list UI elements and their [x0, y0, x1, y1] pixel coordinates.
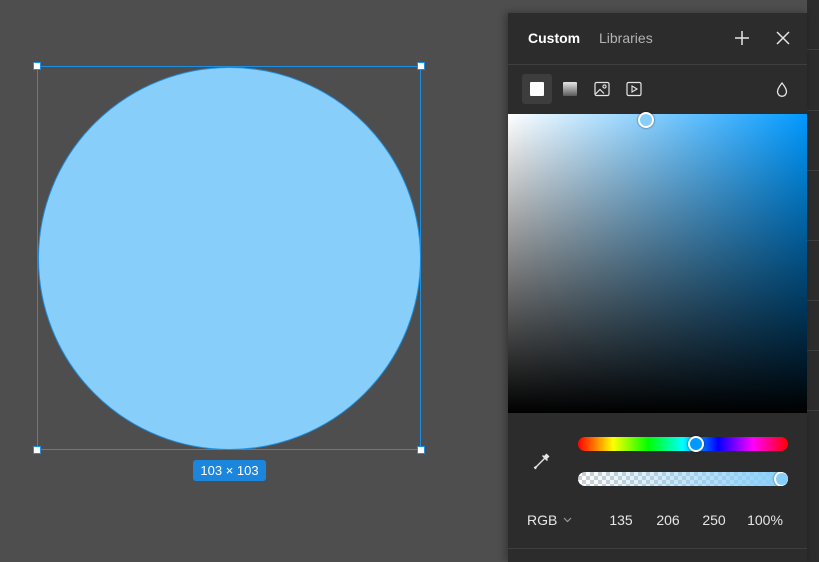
saturation-brightness-field[interactable]: [508, 111, 807, 413]
gradient-fill-icon[interactable]: [555, 74, 585, 104]
hue-slider[interactable]: [578, 436, 788, 452]
selection-box: [37, 66, 421, 450]
color-picker-panel: Custom Libraries RGB 135 206 250 100%: [508, 13, 807, 562]
add-icon[interactable]: [732, 28, 752, 48]
opacity-gradient: [578, 472, 788, 486]
opacity-knob[interactable]: [774, 472, 788, 486]
hue-knob[interactable]: [687, 436, 704, 452]
image-fill-icon[interactable]: [587, 74, 617, 104]
right-sidebar-edge: [807, 0, 819, 562]
video-fill-icon[interactable]: [619, 74, 649, 104]
red-value[interactable]: 135: [606, 511, 636, 529]
resize-handle-bottom-left[interactable]: [33, 446, 41, 454]
fill-type-row: [508, 65, 807, 114]
color-selector-knob[interactable]: [637, 111, 654, 128]
close-icon[interactable]: [773, 28, 793, 48]
chevron-down-icon: [563, 517, 572, 523]
tab-custom[interactable]: Custom: [528, 30, 580, 47]
color-mode-select[interactable]: RGB: [527, 511, 572, 529]
blue-value[interactable]: 250: [698, 511, 730, 529]
panel-divider: [508, 548, 807, 549]
opacity-slider[interactable]: [578, 472, 788, 486]
opacity-value[interactable]: 100%: [744, 511, 786, 529]
resize-handle-top-left[interactable]: [33, 62, 41, 70]
size-badge: 103 × 103: [193, 460, 266, 481]
resize-handle-bottom-right[interactable]: [417, 446, 425, 454]
eyedropper-icon[interactable]: [532, 451, 552, 471]
tab-libraries[interactable]: Libraries: [599, 30, 653, 47]
color-mode-label: RGB: [527, 512, 558, 528]
green-value[interactable]: 206: [652, 511, 684, 529]
resize-handle-top-right[interactable]: [417, 62, 425, 70]
panel-header: Custom Libraries: [508, 13, 807, 65]
drop-icon[interactable]: [774, 81, 790, 99]
solid-fill-icon[interactable]: [522, 74, 552, 104]
